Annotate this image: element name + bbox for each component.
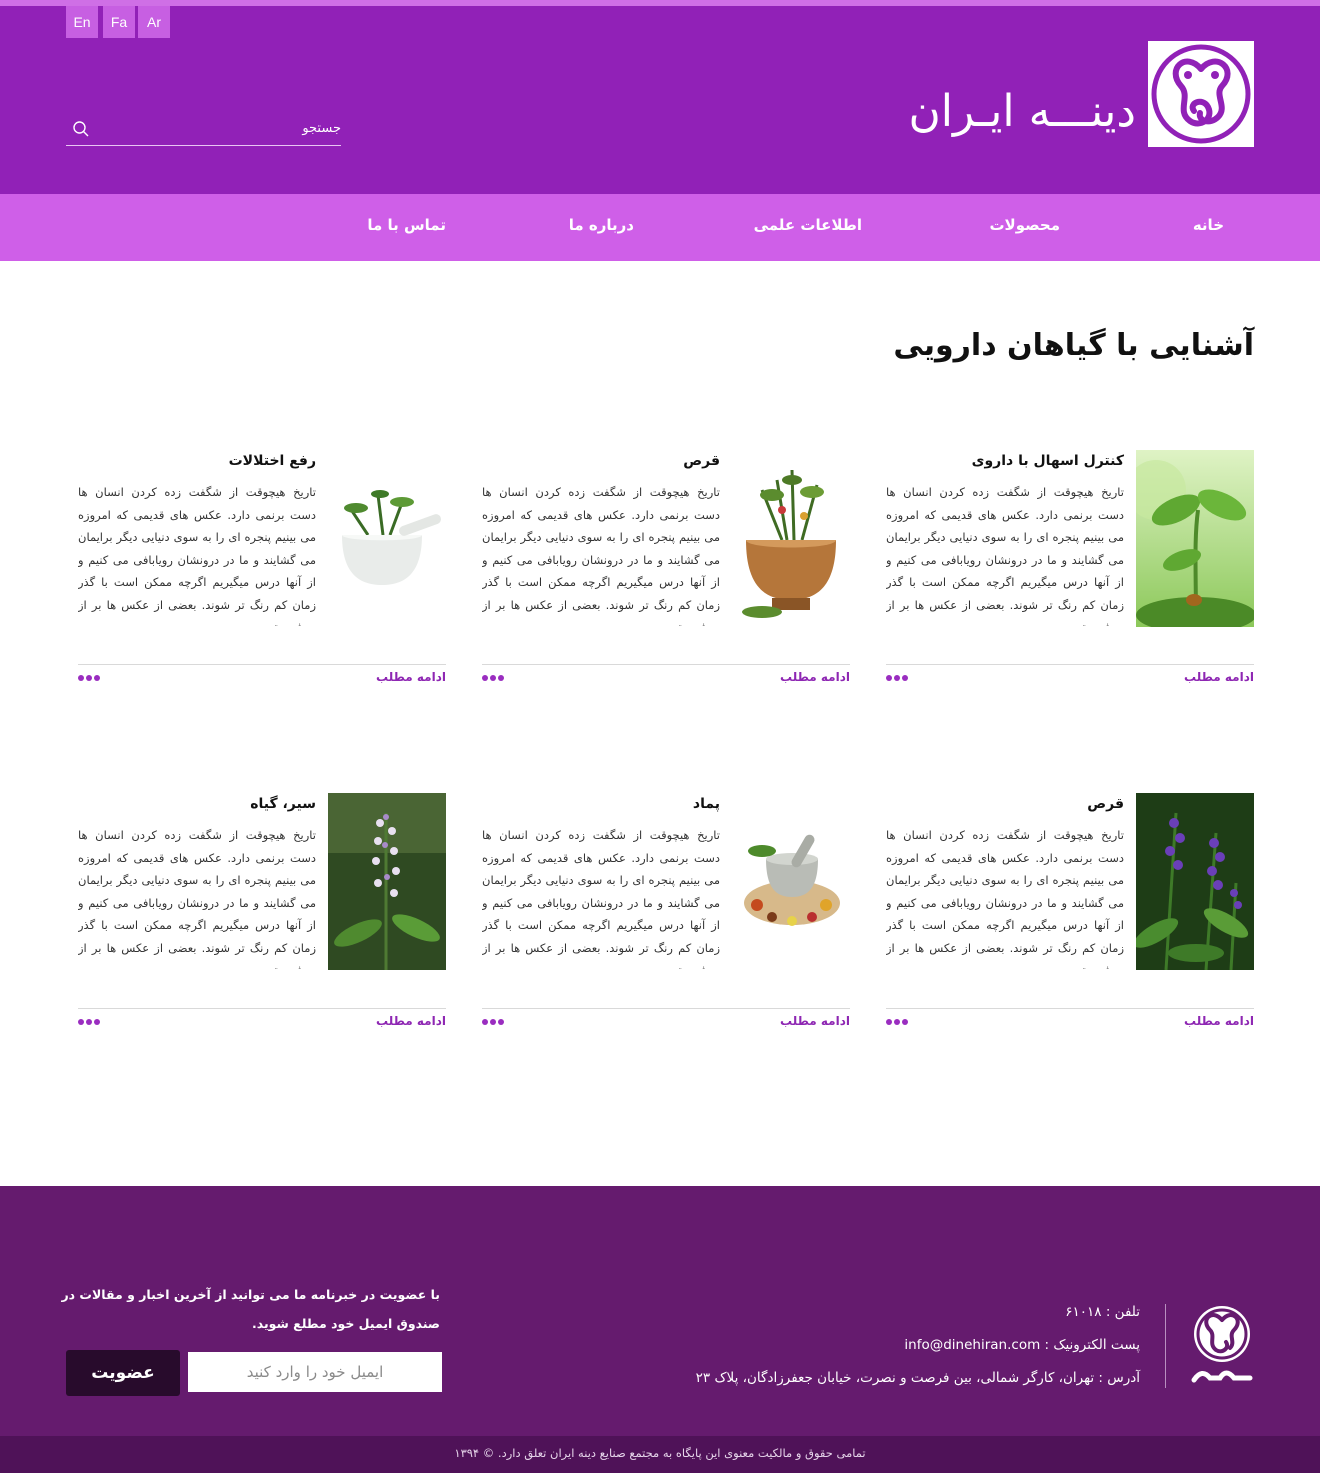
newsletter-email-input[interactable] bbox=[188, 1352, 442, 1392]
orthosiphon-flower-photo bbox=[328, 793, 446, 970]
card-title[interactable]: قرص bbox=[1087, 796, 1124, 812]
card-title[interactable]: رفع اختلالات bbox=[229, 453, 316, 469]
lang-en-button[interactable]: En bbox=[66, 6, 98, 38]
nav-item-contact[interactable]: تماس با ما bbox=[367, 216, 446, 234]
spices-mortar-photo bbox=[732, 793, 850, 970]
card-image-herbs-mortar[interactable] bbox=[732, 450, 850, 627]
card-excerpt: تاریخ هیچوقت از شگفت زده کردن انسان ها د… bbox=[886, 485, 1124, 626]
white-mortar-photo bbox=[328, 450, 446, 627]
more-dots-icon[interactable] bbox=[886, 674, 910, 682]
card-divider bbox=[886, 664, 1254, 665]
read-more-link[interactable]: ادامه مطلب bbox=[1184, 670, 1254, 684]
card-image-white-mortar[interactable] bbox=[328, 450, 446, 627]
main-nav: خانه محصولات اطلاعات علمی درباره ما تماس… bbox=[0, 194, 1320, 261]
lang-fa-button[interactable]: Fa bbox=[103, 6, 135, 38]
card-title[interactable]: کنترل اسهال با داروی bbox=[972, 453, 1124, 469]
footer-logo-icon bbox=[1191, 1306, 1253, 1383]
lang-ar-button[interactable]: Ar bbox=[138, 6, 170, 38]
card-divider bbox=[482, 1008, 850, 1009]
more-dots-icon[interactable] bbox=[886, 1018, 910, 1026]
card-excerpt: تاریخ هیچوقت از شگفت زده کردن انسان ها د… bbox=[886, 828, 1124, 969]
page-title: آشنایی با گیاهان دارویی bbox=[893, 328, 1254, 363]
card-excerpt: تاریخ هیچوقت از شگفت زده کردن انسان ها د… bbox=[482, 828, 720, 969]
card-image-sprout[interactable] bbox=[1136, 450, 1254, 627]
newsletter-text: با عضویت در خبرنامه ما می توانید از آخری… bbox=[61, 1287, 440, 1331]
card-excerpt: تاریخ هیچوقت از شگفت زده کردن انسان ها د… bbox=[78, 828, 316, 969]
footer-logo[interactable] bbox=[1190, 1302, 1254, 1388]
nav-item-home[interactable]: خانه bbox=[1193, 216, 1224, 234]
card-excerpt: تاریخ هیچوقت از شگفت زده کردن انسان ها د… bbox=[482, 485, 720, 626]
search-box bbox=[66, 108, 341, 146]
card-image-spices-mortar[interactable] bbox=[732, 793, 850, 970]
card-title[interactable]: پماد bbox=[693, 796, 720, 812]
footer-phone: تلفن : ۶۱۰۱۸ bbox=[1065, 1304, 1140, 1320]
read-more-link[interactable]: ادامه مطلب bbox=[1184, 1014, 1254, 1028]
footer-divider bbox=[1165, 1304, 1166, 1388]
footer-email[interactable]: پست الکترونیک : info@dinehiran.com bbox=[904, 1337, 1140, 1353]
logo-emblem-icon bbox=[1151, 44, 1251, 144]
card-divider bbox=[78, 1008, 446, 1009]
card-image-purple-salvia[interactable] bbox=[1136, 793, 1254, 970]
nav-item-products[interactable]: محصولات bbox=[989, 216, 1060, 234]
read-more-link[interactable]: ادامه مطلب bbox=[376, 670, 446, 684]
more-dots-icon[interactable] bbox=[78, 1018, 102, 1026]
subscribe-button[interactable]: عضویت bbox=[66, 1350, 180, 1396]
card-title[interactable]: سیر، گیاه bbox=[250, 796, 316, 812]
card-image-orthosiphon[interactable] bbox=[328, 793, 446, 970]
read-more-link[interactable]: ادامه مطلب bbox=[780, 670, 850, 684]
card-divider bbox=[482, 664, 850, 665]
card-title[interactable]: قرص bbox=[683, 453, 720, 469]
site-title[interactable]: دینـــه ایـران bbox=[908, 86, 1136, 137]
more-dots-icon[interactable] bbox=[482, 1018, 506, 1026]
more-dots-icon[interactable] bbox=[78, 674, 102, 682]
card-divider bbox=[78, 664, 446, 665]
search-icon[interactable] bbox=[72, 120, 90, 138]
card-divider bbox=[886, 1008, 1254, 1009]
site-header: En Fa Ar دینـــه ایـران bbox=[0, 6, 1320, 194]
copyright-text: تمامی حقوق و مالکیت معنوی این پایگاه به … bbox=[454, 1446, 866, 1460]
nav-item-scientific-info[interactable]: اطلاعات علمی bbox=[754, 216, 862, 234]
sprout-photo bbox=[1136, 450, 1254, 627]
card-excerpt: تاریخ هیچوقت از شگفت زده کردن انسان ها د… bbox=[78, 485, 316, 626]
footer-address: آدرس : تهران، کارگر شمالی، بین فرصت و نص… bbox=[695, 1370, 1140, 1386]
more-dots-icon[interactable] bbox=[482, 674, 506, 682]
search-input[interactable] bbox=[106, 116, 341, 140]
purple-salvia-photo bbox=[1136, 793, 1254, 970]
read-more-link[interactable]: ادامه مطلب bbox=[780, 1014, 850, 1028]
nav-item-about[interactable]: درباره ما bbox=[569, 216, 634, 234]
site-logo[interactable] bbox=[1148, 41, 1254, 147]
read-more-link[interactable]: ادامه مطلب bbox=[376, 1014, 446, 1028]
herbs-mortar-photo bbox=[732, 450, 850, 627]
